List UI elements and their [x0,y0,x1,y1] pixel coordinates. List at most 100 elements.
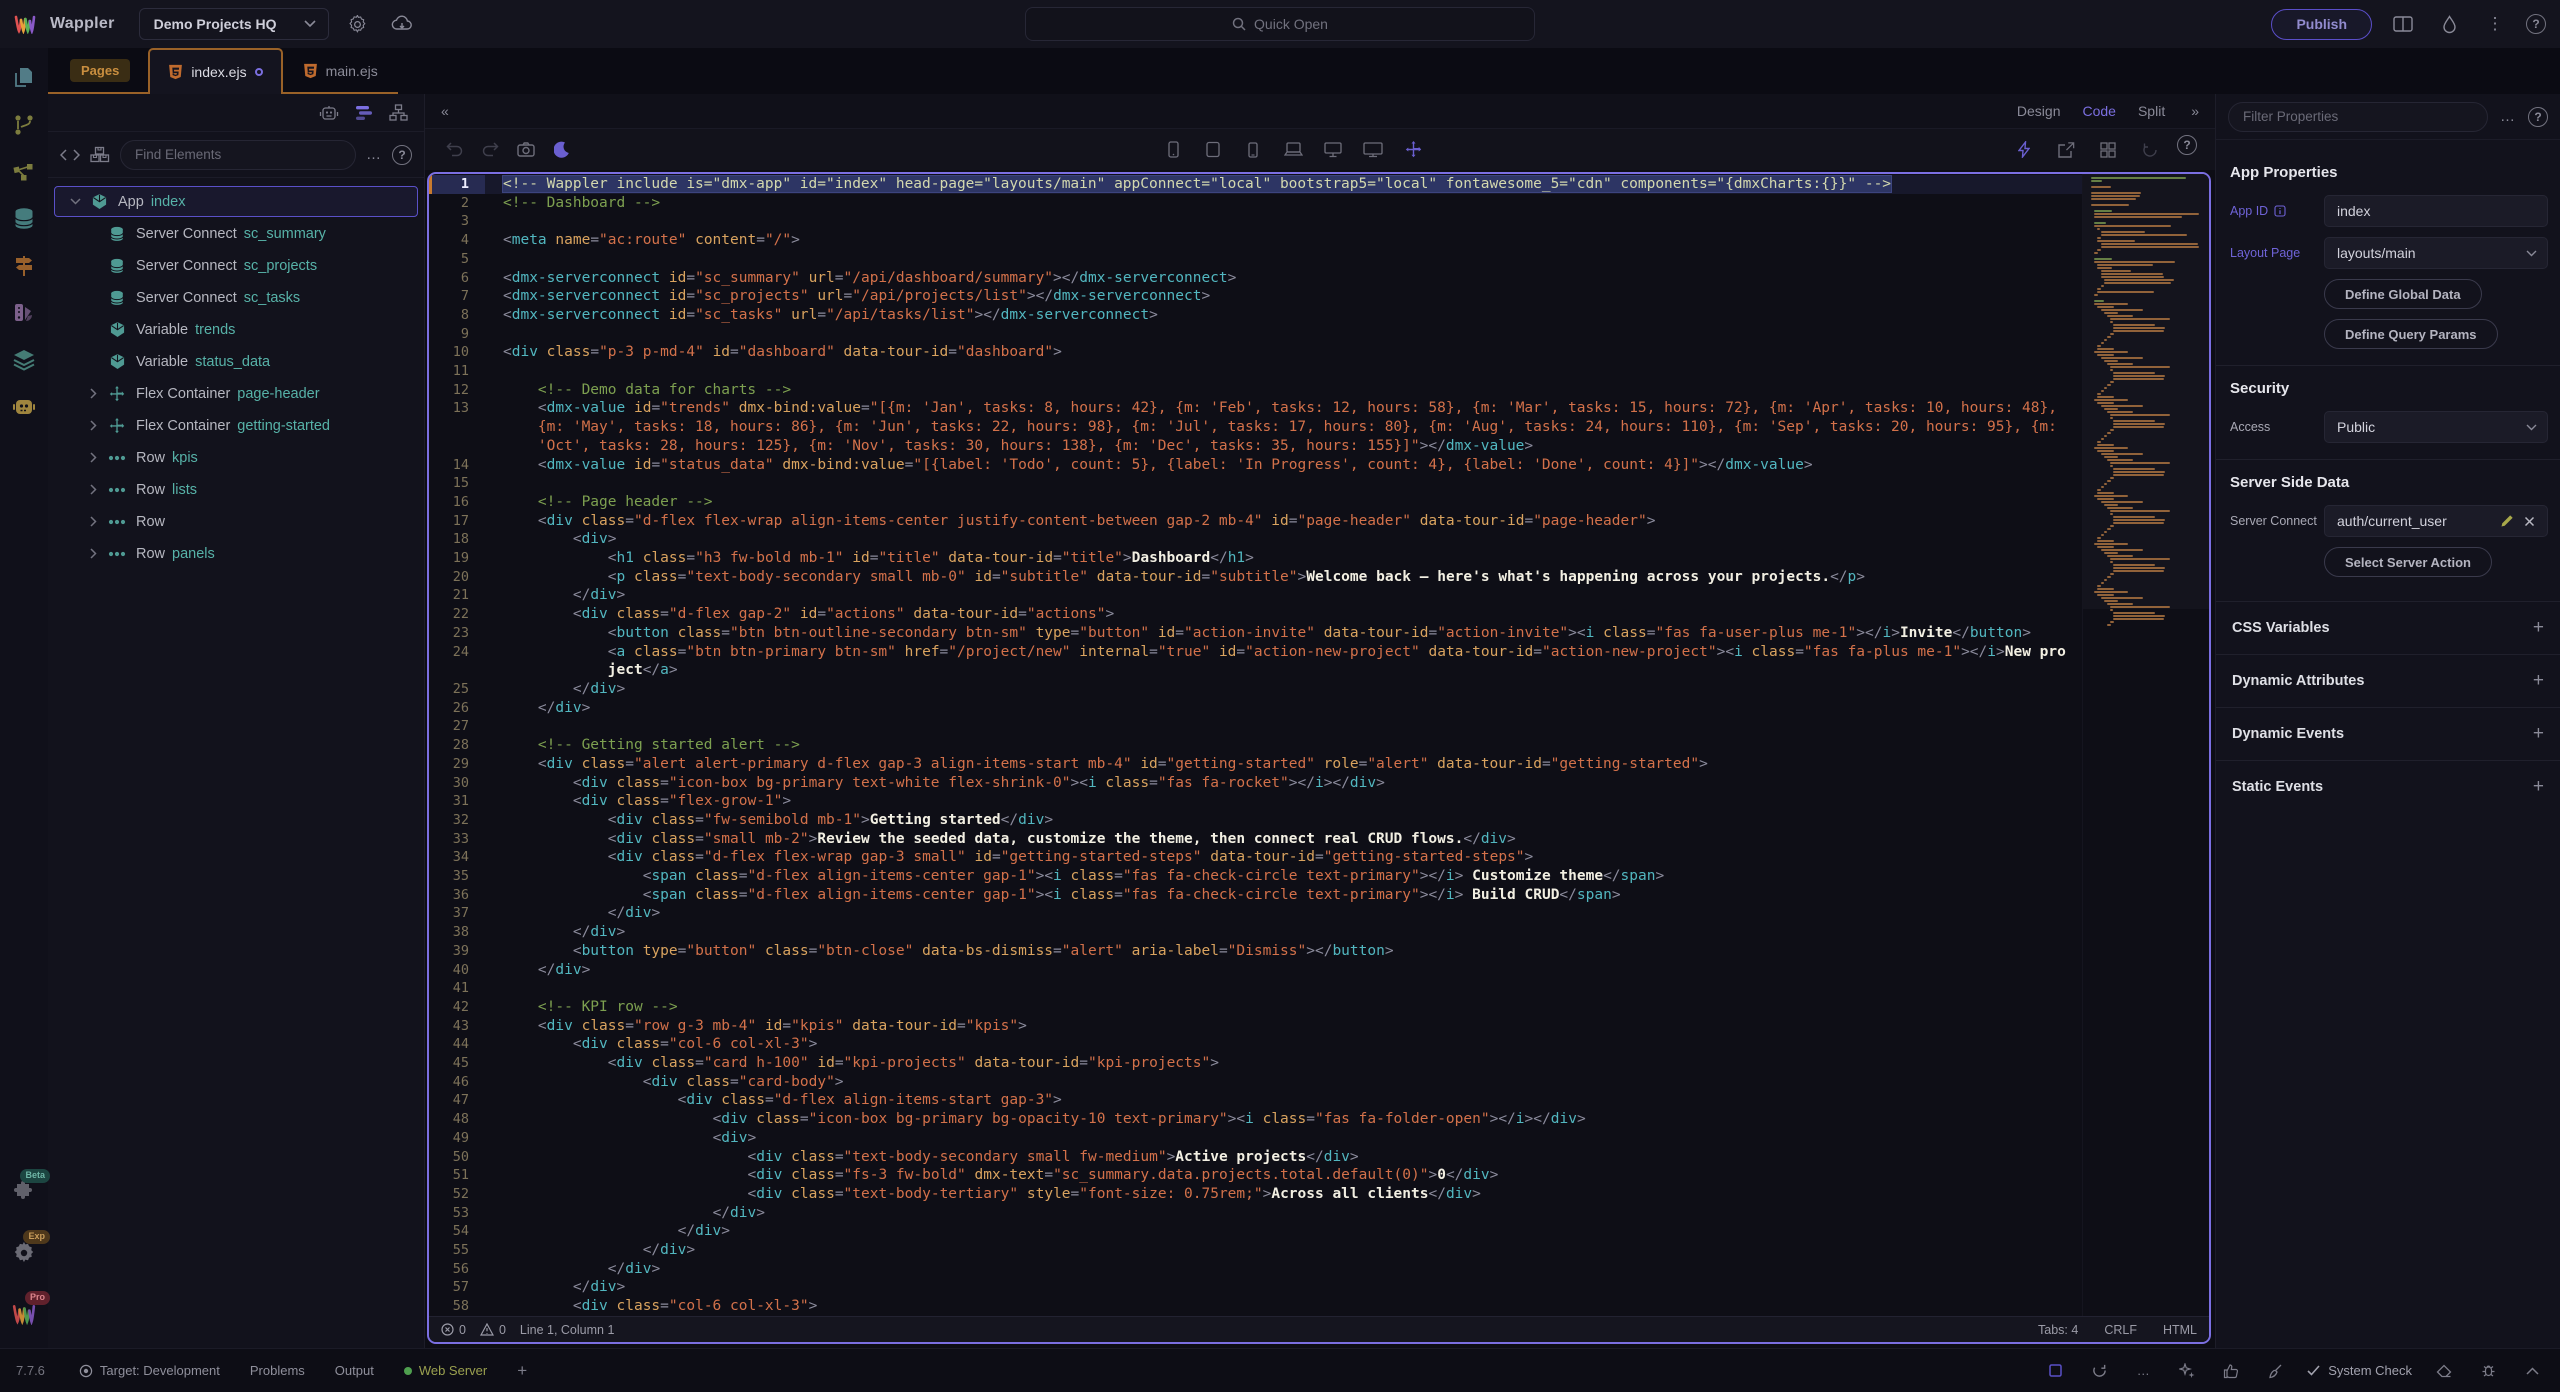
line-number[interactable]: 49 [429,1129,485,1148]
code-line[interactable]: 28<!-- Getting started alert --> [429,736,2082,755]
code-line-text[interactable]: <span class="d-flex align-items-center g… [485,867,2082,886]
line-number[interactable]: 47 [429,1091,485,1110]
line-number[interactable]: 15 [429,474,485,493]
code-line[interactable]: 15 [429,474,2082,493]
device-phone-icon[interactable] [1158,135,1188,165]
code-line[interactable]: 58<div class="col-6 col-xl-3"> [429,1297,2082,1316]
line-number[interactable]: 51 [429,1166,485,1185]
code-line-text[interactable]: </div> [485,923,2082,942]
rail-pages-icon[interactable] [4,58,44,98]
line-number[interactable]: 8 [429,306,485,325]
line-number[interactable]: 39 [429,942,485,961]
undo-icon[interactable] [439,135,469,165]
code-line[interactable]: 6<dmx-serverconnect id="sc_summary" url=… [429,269,2082,288]
code-line-text[interactable]: <div class="d-flex flex-wrap align-items… [485,512,2082,531]
reload-icon[interactable] [2087,1359,2111,1383]
find-elements-input[interactable] [120,140,356,170]
code-line[interactable]: 27 [429,717,2082,736]
line-number[interactable]: 30 [429,774,485,793]
server-connect-field[interactable]: auth/current_user [2324,505,2548,537]
tree-item-page-header[interactable]: Flex Containerpage-header [54,378,418,409]
line-number[interactable]: 12 [429,381,485,400]
more-options-icon[interactable]: … [2131,1359,2155,1383]
cleanup-broom-icon[interactable] [2263,1359,2287,1383]
quick-open[interactable]: Quick Open [1025,7,1535,41]
component-manager-icon[interactable] [2093,135,2123,165]
code-view-icon[interactable] [60,148,80,162]
line-number[interactable]: 6 [429,269,485,288]
code-line[interactable]: 29<div class="alert alert-primary d-flex… [429,755,2082,774]
line-number[interactable]: 5 [429,250,485,269]
code-line-text[interactable]: <button class="btn btn-outline-secondary… [485,624,2082,643]
filter-properties-input[interactable] [2228,102,2488,132]
line-number[interactable]: 26 [429,699,485,718]
code-line-text[interactable] [485,250,2082,269]
tree-item-sc_tasks[interactable]: Server Connectsc_tasks [54,282,418,313]
code-line-text[interactable]: <div class="col-6 col-xl-3"> [485,1297,2082,1316]
ai-robot-icon[interactable] [319,104,339,121]
rail-styles-icon[interactable] [4,293,44,333]
code-line-text[interactable]: <span class="d-flex align-items-center g… [485,886,2082,905]
collapse-panel-icon[interactable]: « [441,103,449,119]
chevron-right-icon[interactable] [81,420,105,431]
project-selector[interactable]: Demo Projects HQ [139,8,329,40]
code-line-text[interactable]: </div> [485,1260,2082,1279]
tree-item-kpis[interactable]: Rowkpis [54,442,418,473]
device-desktop-icon[interactable] [1318,135,1348,165]
line-number[interactable]: 4 [429,231,485,250]
code-line-text[interactable]: <dmx-value id="status_data" dmx-bind:val… [485,456,2082,475]
sitemap-icon[interactable] [389,104,408,121]
code-line-text[interactable]: </div> [485,699,2082,718]
code-line-text[interactable] [485,474,2082,493]
access-select[interactable]: Public [2324,411,2548,443]
code-line-text[interactable]: <!-- Demo data for charts --> [485,381,2082,400]
code-line-text[interactable]: </div> [485,904,2082,923]
device-mobile-icon[interactable] [1238,135,1268,165]
line-number[interactable]: 25 [429,680,485,699]
line-number[interactable]: 3 [429,212,485,231]
tree-item-lists[interactable]: Rowlists [54,474,418,505]
code-line-text[interactable]: </div> [485,1222,2082,1241]
section-dynamic-events[interactable]: Dynamic Events+ [2216,707,2560,760]
tab-code[interactable]: Code [2083,103,2116,119]
code-line[interactable]: 42<!-- KPI row --> [429,998,2082,1017]
code-line-text[interactable] [485,325,2082,344]
line-number[interactable]: 46 [429,1073,485,1092]
code-line-text[interactable]: <dmx-value id="trends" dmx-bind:value="[… [485,399,2082,455]
rail-database-icon[interactable] [4,199,44,239]
code-line[interactable]: 38</div> [429,923,2082,942]
code-editor[interactable]: 1<!-- Wappler include is="dmx-app" id="i… [429,174,2082,1316]
structure-list-icon[interactable] [355,105,373,121]
line-number[interactable]: 13 [429,399,485,455]
code-line[interactable]: 9 [429,325,2082,344]
line-number[interactable]: 24 [429,643,485,680]
define-global-data-button[interactable]: Define Global Data [2324,279,2482,309]
line-number[interactable]: 35 [429,867,485,886]
code-line[interactable]: 23<button class="btn btn-outline-seconda… [429,624,2082,643]
line-number[interactable]: 14 [429,456,485,475]
code-line-text[interactable]: <div class="fs-3 fw-bold" dmx-text="sc_s… [485,1166,2082,1185]
section-static-events[interactable]: Static Events+ [2216,760,2560,813]
code-line-text[interactable]: </div> [485,961,2082,980]
properties-options-icon[interactable]: … [2500,108,2516,125]
target-selector[interactable]: Target: Development [79,1363,220,1378]
line-number[interactable]: 10 [429,343,485,362]
tree-item-row[interactable]: Row [54,506,418,537]
code-line-text[interactable]: </div> [485,1241,2082,1260]
rail-extensions-icon[interactable]: Beta [4,1172,44,1212]
code-line[interactable]: 13<dmx-value id="trends" dmx-bind:value=… [429,399,2082,455]
code-line[interactable]: 33<div class="small mb-2">Review the see… [429,830,2082,849]
line-number[interactable]: 52 [429,1185,485,1204]
code-line[interactable]: 14<dmx-value id="status_data" dmx-bind:v… [429,456,2082,475]
code-line[interactable]: 21</div> [429,586,2082,605]
code-line-text[interactable]: <div class="card h-100" id="kpi-projects… [485,1054,2082,1073]
line-number[interactable]: 20 [429,568,485,587]
line-number[interactable]: 40 [429,961,485,980]
code-line-text[interactable]: <p class="text-body-secondary small mb-0… [485,568,2082,587]
rail-git-icon[interactable] [4,105,44,145]
code-line-text[interactable]: <!-- Page header --> [485,493,2082,512]
code-line-text[interactable]: </div> [485,680,2082,699]
code-line-text[interactable]: <div class="icon-box bg-primary bg-opaci… [485,1110,2082,1129]
code-line[interactable]: 52<div class="text-body-tertiary" style=… [429,1185,2082,1204]
line-number[interactable]: 33 [429,830,485,849]
